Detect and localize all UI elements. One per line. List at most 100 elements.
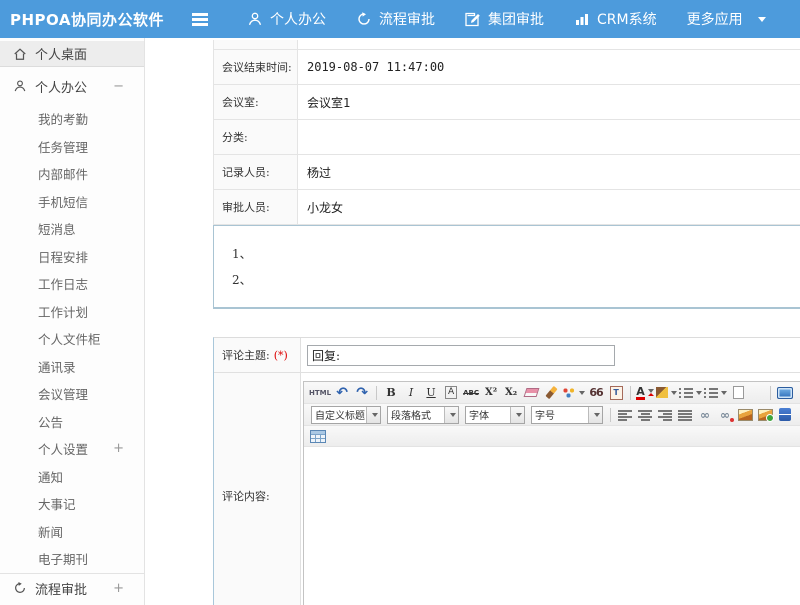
collapse-icon[interactable]: − bbox=[113, 79, 124, 94]
redo-icon[interactable]: ↷ bbox=[353, 384, 371, 402]
nav-group-approval[interactable]: 集团审批 bbox=[450, 0, 559, 38]
sidebar-item-work-plan[interactable]: 工作计划 bbox=[0, 298, 144, 326]
sidebar-item-file-cabinet[interactable]: 个人文件柜 bbox=[0, 325, 144, 353]
nav-personal-office[interactable]: 个人办公 bbox=[232, 0, 341, 38]
insert-link-button[interactable]: ∞ bbox=[696, 406, 714, 424]
quick-format-dropdown[interactable] bbox=[562, 384, 585, 402]
sidebar-item-short-message[interactable]: 短消息 bbox=[0, 215, 144, 243]
remove-link-button[interactable]: ∞ bbox=[716, 406, 734, 424]
comment-content-row: 评论内容: HTML ↶ ↷ B I U A bbox=[214, 373, 800, 605]
blockquote-button[interactable]: 66 bbox=[587, 384, 605, 402]
undo-icon[interactable]: ↶ bbox=[333, 384, 351, 402]
sidebar-item-label: 内部邮件 bbox=[38, 164, 88, 183]
sidebar-item-events[interactable]: 大事记 bbox=[0, 490, 144, 518]
highlight-color-dropdown[interactable] bbox=[656, 384, 677, 402]
expand-icon[interactable]: + bbox=[113, 441, 124, 456]
table-icon bbox=[310, 430, 326, 443]
sidebar-item-contacts[interactable]: 通讯录 bbox=[0, 353, 144, 381]
font-family-select[interactable]: 字体 bbox=[465, 406, 525, 424]
unordered-list-dropdown[interactable] bbox=[704, 384, 727, 402]
font-color-dropdown[interactable]: A bbox=[636, 384, 654, 402]
insert-image-button[interactable] bbox=[736, 406, 754, 424]
remove-format-button[interactable] bbox=[522, 384, 540, 402]
sidebar-item-work-log[interactable]: 工作日志 bbox=[0, 270, 144, 298]
content-line: 1、 bbox=[232, 241, 800, 267]
nav-label: CRM系统 bbox=[597, 9, 657, 29]
strikethrough-button[interactable]: ABC bbox=[462, 384, 480, 402]
nav-label: 更多应用 bbox=[687, 9, 743, 29]
table-row-meeting-room: 会议室: 会议室1 bbox=[214, 85, 800, 120]
font-style-button[interactable]: A bbox=[442, 384, 460, 402]
comment-subject-input[interactable] bbox=[307, 345, 615, 366]
brush-icon bbox=[545, 386, 557, 399]
align-left-button[interactable] bbox=[616, 406, 634, 424]
custom-heading-select[interactable]: 自定义标题 bbox=[311, 406, 381, 424]
sidebar-item-label: 个人设置 bbox=[38, 439, 88, 458]
paste-text-button[interactable]: T bbox=[607, 384, 625, 402]
fullscreen-button[interactable] bbox=[776, 384, 794, 402]
caret-down-icon bbox=[758, 17, 766, 22]
justify-button[interactable] bbox=[676, 406, 694, 424]
hamburger-menu-icon[interactable] bbox=[192, 13, 208, 26]
sidebar-item-label: 个人文件柜 bbox=[38, 329, 101, 348]
upload-image-button[interactable] bbox=[756, 406, 774, 424]
clipboard-icon: T bbox=[610, 386, 623, 400]
italic-button[interactable]: I bbox=[402, 384, 420, 402]
sidebar-item-label: 任务管理 bbox=[38, 137, 88, 156]
paragraph-format-select[interactable]: 段落格式 bbox=[387, 406, 459, 424]
format-painter-button[interactable] bbox=[542, 384, 560, 402]
row-value: 杨过 bbox=[298, 155, 800, 189]
image-upload-icon bbox=[758, 409, 773, 421]
sidebar-item-personal-settings[interactable]: 个人设置 + bbox=[0, 435, 144, 463]
table-row-partial bbox=[214, 40, 800, 50]
comment-form: 评论主题: (*) 评论内容: HTML ↶ bbox=[213, 337, 800, 605]
insert-table-button[interactable] bbox=[309, 427, 327, 445]
sidebar-item-announcement[interactable]: 公告 bbox=[0, 408, 144, 436]
editor-content-area[interactable] bbox=[304, 447, 800, 605]
palette-icon bbox=[562, 387, 576, 399]
align-left-icon bbox=[618, 409, 632, 421]
sidebar-item-label: 公告 bbox=[38, 412, 63, 431]
bold-button[interactable]: B bbox=[382, 384, 400, 402]
align-right-button[interactable] bbox=[656, 406, 674, 424]
sidebar-item-e-journal[interactable]: 电子期刊 bbox=[0, 545, 144, 573]
caret-down-icon bbox=[671, 391, 677, 395]
caret-down-icon bbox=[696, 391, 702, 395]
sidebar-item-notice[interactable]: 通知 bbox=[0, 463, 144, 491]
insert-media-button[interactable] bbox=[776, 406, 794, 424]
sidebar-section-workflow[interactable]: 流程审批 + bbox=[0, 573, 144, 603]
sidebar-item-news[interactable]: 新闻 bbox=[0, 518, 144, 546]
align-center-button[interactable] bbox=[636, 406, 654, 424]
nav-more-apps[interactable]: 更多应用 bbox=[672, 0, 781, 38]
sidebar-item-internal-mail[interactable]: 内部邮件 bbox=[0, 160, 144, 188]
person-icon bbox=[13, 79, 27, 93]
sidebar-item-attendance[interactable]: 我的考勤 bbox=[0, 105, 144, 133]
nav-crm[interactable]: CRM系统 bbox=[559, 0, 672, 38]
html-source-button[interactable]: HTML bbox=[309, 384, 331, 402]
sidebar-item-desktop[interactable]: 个人桌面 bbox=[0, 41, 144, 67]
table-row-recorder: 记录人员: 杨过 bbox=[214, 155, 800, 190]
sidebar-item-meeting-management[interactable]: 会议管理 bbox=[0, 380, 144, 408]
ordered-list-dropdown[interactable] bbox=[679, 384, 702, 402]
table-row-end-time: 会议结束时间: 2019-08-07 11:47:00 bbox=[214, 50, 800, 85]
sidebar: 个人桌面 个人办公 − 我的考勤 任务管理 内部邮件 手机短信 短消息 日程安排… bbox=[0, 38, 145, 605]
row-value: 会议室1 bbox=[298, 85, 800, 119]
caret-down-icon bbox=[648, 389, 654, 396]
sidebar-item-schedule[interactable]: 日程安排 bbox=[0, 243, 144, 271]
nav-label: 个人办公 bbox=[270, 9, 326, 29]
new-page-button[interactable] bbox=[729, 384, 747, 402]
highlighter-icon bbox=[656, 387, 668, 398]
font-size-select[interactable]: 字号 bbox=[531, 406, 603, 424]
meeting-content-box: 1、 2、 bbox=[213, 225, 800, 309]
subscript-button[interactable]: X₂ bbox=[502, 384, 520, 402]
underline-button[interactable]: U bbox=[422, 384, 440, 402]
sidebar-section-personal-office[interactable]: 个人办公 − bbox=[0, 71, 144, 101]
sidebar-item-label: 大事记 bbox=[38, 494, 76, 513]
nav-workflow-approval[interactable]: 流程审批 bbox=[341, 0, 450, 38]
content-line: 2、 bbox=[232, 267, 800, 293]
expand-icon[interactable]: + bbox=[113, 581, 124, 596]
sidebar-item-task-management[interactable]: 任务管理 bbox=[0, 133, 144, 161]
justify-icon bbox=[678, 409, 692, 421]
sidebar-item-sms[interactable]: 手机短信 bbox=[0, 188, 144, 216]
superscript-button[interactable]: X² bbox=[482, 384, 500, 402]
